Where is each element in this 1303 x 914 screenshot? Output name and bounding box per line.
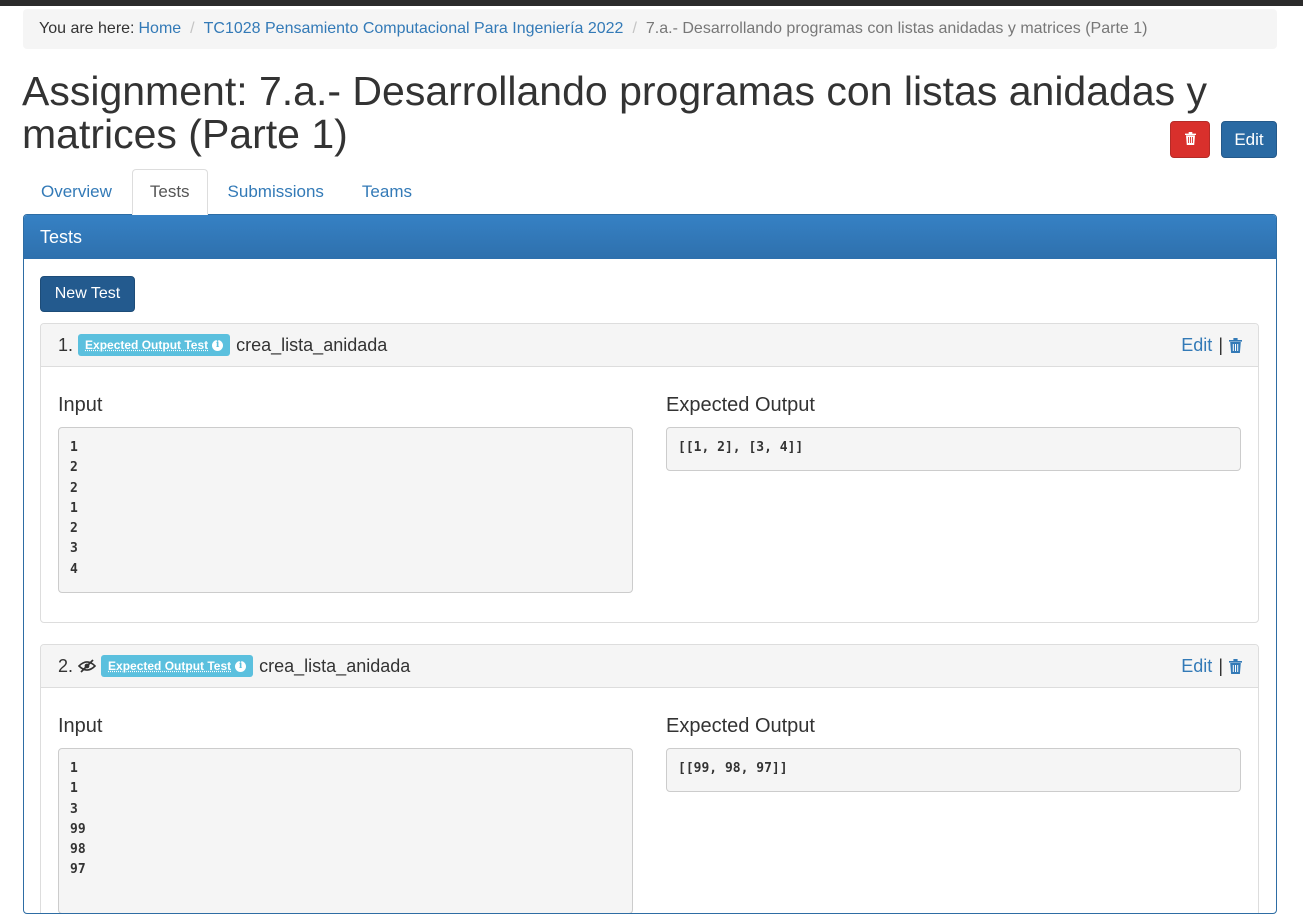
test-number: 1. [58, 334, 74, 355]
edit-test-link[interactable]: Edit [1181, 656, 1212, 677]
test-actions: Edit | [1181, 324, 1242, 367]
breadcrumb-separator: / [190, 20, 195, 37]
delete-assignment-button[interactable] [1170, 121, 1210, 158]
breadcrumb-course-link[interactable]: TC1028 Pensamiento Computacional Para In… [204, 20, 624, 38]
top-bar [0, 0, 1303, 6]
action-separator: | [1218, 656, 1223, 676]
expected-output: [[1, 2], [3, 4]] [666, 427, 1241, 471]
tab-teams[interactable]: Teams [344, 169, 430, 215]
trash-icon [1184, 130, 1196, 150]
expected-output-label: Expected Output [666, 394, 815, 416]
trash-icon[interactable] [1229, 338, 1242, 353]
panel-heading: Tests [24, 215, 1276, 259]
test-number: 2. [58, 655, 74, 676]
input-label: Input [58, 394, 103, 416]
test-name: crea_lista_anidada [236, 334, 388, 355]
test-card: 1. Expected Output Test i crea_lista_ani… [40, 323, 1259, 623]
tab-overview[interactable]: Overview [23, 169, 130, 215]
page-title: Assignment: 7.a.- Desarrollando programa… [22, 68, 1208, 157]
breadcrumb-separator: / [632, 20, 637, 37]
badge-label: Expected Output Test [108, 659, 232, 673]
assignment-tabs: Overview Tests Submissions Teams [23, 169, 1277, 215]
tests-panel: Tests New Test 1. Expected Output Test i… [23, 214, 1277, 914]
breadcrumb-current: 7.a.- Desarrollando programas con listas… [645, 20, 1148, 37]
badge-label: Expected Output Test [85, 338, 209, 352]
new-test-button[interactable]: New Test [40, 276, 135, 312]
test-name: crea_lista_anidada [259, 655, 411, 676]
tab-tests[interactable]: Tests [131, 169, 208, 215]
info-icon: i [235, 660, 247, 672]
test-input: 1 1 3 99 98 97 [58, 748, 633, 913]
breadcrumb-lead: You are here: [39, 20, 135, 37]
test-input: 1 2 2 1 2 3 4 [58, 427, 633, 593]
edit-test-link[interactable]: Edit [1181, 335, 1212, 356]
expected-output-label: Expected Output [666, 715, 815, 737]
expected-output: [[99, 98, 97]] [666, 748, 1241, 792]
tab-submissions[interactable]: Submissions [210, 169, 342, 215]
test-type-badge[interactable]: Expected Output Test i [78, 334, 231, 356]
test-header: 2. Expected Output Test i crea_lista_ani… [41, 645, 1258, 688]
info-icon: i [212, 339, 224, 351]
test-type-badge[interactable]: Expected Output Test i [101, 655, 254, 677]
trash-icon[interactable] [1229, 659, 1242, 674]
test-header: 1. Expected Output Test i crea_lista_ani… [41, 324, 1258, 367]
test-actions: Edit | [1181, 645, 1242, 688]
input-label: Input [58, 715, 103, 737]
eye-slash-icon [78, 659, 97, 673]
action-separator: | [1218, 335, 1223, 355]
breadcrumb-home-link[interactable]: Home [138, 20, 181, 38]
test-card: 2. Expected Output Test i crea_lista_ani… [40, 644, 1259, 913]
breadcrumb: You are here: Home / TC1028 Pensamiento … [23, 9, 1277, 49]
edit-assignment-button[interactable]: Edit [1221, 121, 1277, 158]
